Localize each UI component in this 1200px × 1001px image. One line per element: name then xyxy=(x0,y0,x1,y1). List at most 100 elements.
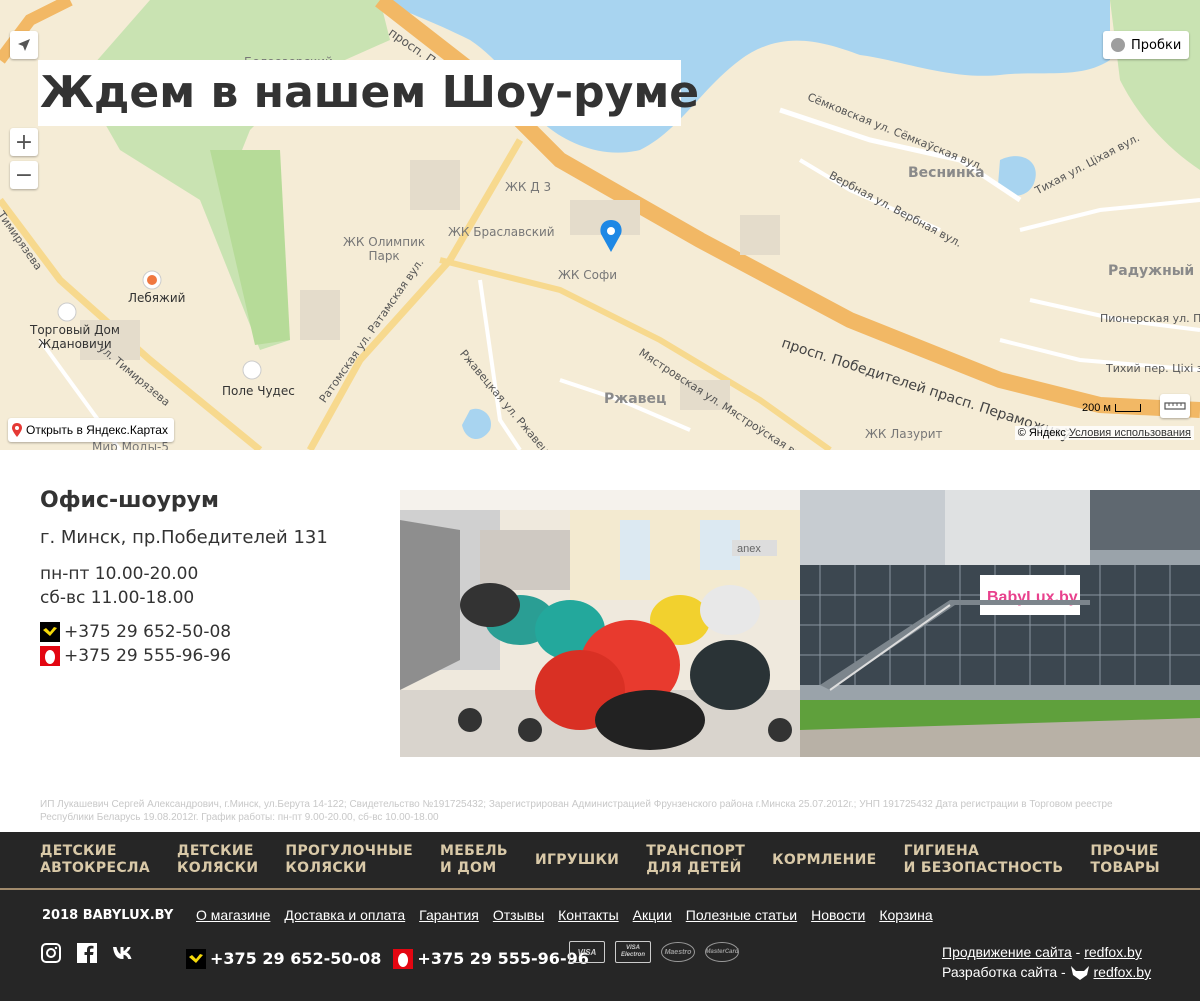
velcom-icon xyxy=(40,622,60,642)
showroom-photo-exterior: BabyLux.by xyxy=(800,490,1200,757)
mts-icon xyxy=(393,949,414,969)
map-label: Веснинка xyxy=(908,165,985,181)
hours-weekend: сб-вс 11.00-18.00 xyxy=(40,588,195,608)
cat-line2: и дом xyxy=(440,860,497,876)
map-label: Тихий пер. Ціхі за xyxy=(1106,362,1200,375)
cat-line1: Прогулочные xyxy=(285,843,413,859)
cat-other[interactable]: Прочие товары xyxy=(1090,843,1160,877)
cat-line1: Транспорт xyxy=(646,843,746,859)
geolocation-button[interactable] xyxy=(10,31,38,59)
dev-label: Разработка сайта - xyxy=(942,964,1066,980)
legal-info: ИП Лукашевич Сергей Александрович, г.Мин… xyxy=(40,799,1113,823)
traffic-button[interactable]: Пробки xyxy=(1103,31,1189,59)
facebook-icon[interactable] xyxy=(76,942,98,964)
phone-velcom-number: +375 29 652-50-08 xyxy=(64,622,232,642)
phone-mts[interactable]: +375 29 555-96-96 xyxy=(40,644,380,668)
instagram-icon[interactable] xyxy=(40,942,62,964)
cat-line1: Гигиена xyxy=(903,843,980,859)
cat-walking-strollers[interactable]: Прогулочные коляски xyxy=(285,843,413,877)
cat-line1: Кормление xyxy=(772,851,877,868)
phone-mts-number: +375 29 555-96-96 xyxy=(64,646,232,666)
cat-line1: Детские xyxy=(177,843,254,859)
map-scale: 200 м xyxy=(1082,398,1141,418)
footer-phone-velcom[interactable]: +375 29 652-50-08 xyxy=(186,947,381,971)
fox-icon xyxy=(1070,966,1089,981)
promo-redfox-link[interactable]: redfox.by xyxy=(1084,944,1142,960)
visa-icon: VISA xyxy=(569,941,605,963)
office-title: Офис-шоурум xyxy=(40,488,220,513)
map-label: Лебяжий xyxy=(128,291,186,305)
cat-line1: Мебель xyxy=(440,843,508,859)
footer-links: О магазине Доставка и оплата Гарантия От… xyxy=(196,907,933,923)
cat-transport[interactable]: Транспорт для детей xyxy=(646,843,745,877)
map-label: Поле Чудес xyxy=(222,384,295,398)
cat-furniture[interactable]: Мебель и дом xyxy=(440,843,508,877)
map-label: ЖК Браславский xyxy=(448,225,555,239)
footer-link-promotions[interactable]: Акции xyxy=(633,907,672,923)
cat-line2: коляски xyxy=(177,860,259,876)
cat-line1: Игрушки xyxy=(534,851,620,868)
map-label: Пионерская ул. Пія xyxy=(1100,312,1200,325)
maestro-icon: Maestro xyxy=(661,942,695,962)
footer-link-about[interactable]: О магазине xyxy=(196,907,270,923)
cat-line2: коляски xyxy=(285,860,367,876)
vk-icon[interactable] xyxy=(112,942,134,964)
footer-link-delivery[interactable]: Доставка и оплата xyxy=(284,907,405,923)
cat-toys[interactable]: Игрушки xyxy=(535,852,619,869)
plus-icon: + xyxy=(14,129,34,155)
page-title: Ждем в нашем Шоу-руме xyxy=(38,60,699,126)
open-yandex-label: Открыть в Яндекс.Картах xyxy=(26,423,168,437)
mastercard-icon: MasterCard xyxy=(705,942,739,962)
cat-line2: автокресла xyxy=(40,860,150,876)
footer-phones: +375 29 652-50-08 +375 29 555-96-96 xyxy=(186,947,589,971)
footer-link-contacts[interactable]: Контакты xyxy=(558,907,618,923)
map-pin-icon xyxy=(12,423,22,437)
footer-link-news[interactable]: Новости xyxy=(811,907,865,923)
hours-weekday: пн-пт 10.00-20.00 xyxy=(40,564,199,584)
scale-bar xyxy=(1114,404,1141,412)
map-label: ЖК Софи xyxy=(558,268,618,282)
footer-link-reviews[interactable]: Отзывы xyxy=(493,907,544,923)
office-hours: пн-пт 10.00-20.00 сб-вс 11.00-18.00 xyxy=(40,562,380,610)
footer-link-articles[interactable]: Полезные статьи xyxy=(686,907,797,923)
yandex-map[interactable]: Белоозерский Сёмковская ул. Сёмкаўская в… xyxy=(0,0,1200,450)
terms-link[interactable]: Условия использования xyxy=(1069,427,1191,439)
cat-feeding[interactable]: Кормление xyxy=(772,852,876,869)
cat-line2: товары xyxy=(1090,860,1160,876)
cat-hygiene[interactable]: Гигиена и безопастность xyxy=(904,843,1064,877)
cat-strollers[interactable]: Детские коляски xyxy=(177,843,258,877)
dev-redfox-link[interactable]: redfox.by xyxy=(1094,964,1152,980)
footer-link-warranty[interactable]: Гарантия xyxy=(419,907,479,923)
traffic-label: Пробки xyxy=(1131,37,1182,53)
cat-line1: Прочие xyxy=(1090,843,1159,859)
map-label: ЖК Д 3 xyxy=(505,180,552,194)
social-links xyxy=(40,942,134,964)
footer: 2018 BABYLUX.BY О магазине Доставка и оп… xyxy=(0,890,1200,1001)
office-address: г. Минск, пр.Победителей 131 xyxy=(40,527,328,548)
minus-icon: − xyxy=(14,162,34,188)
anex-sign: anex xyxy=(737,543,761,555)
footer-link-cart[interactable]: Корзина xyxy=(879,907,932,923)
zoom-in-button[interactable]: + xyxy=(10,128,38,156)
zoom-out-button[interactable]: − xyxy=(10,161,38,189)
cat-line2: и безопастность xyxy=(903,860,1064,876)
ruler-icon xyxy=(1164,402,1186,410)
scale-label: 200 м xyxy=(1082,402,1111,414)
mts-icon xyxy=(40,646,60,666)
category-nav: Детские автокресла Детские коляски Прогуло… xyxy=(0,832,1200,890)
map-label: Радужный xyxy=(1108,263,1195,279)
footer-phone-velcom-number: +375 29 652-50-08 xyxy=(210,949,382,968)
showroom-photo-interior: anex xyxy=(400,490,800,757)
velcom-icon xyxy=(186,949,206,969)
map-copyright: © Яндекс Условия использования xyxy=(1014,426,1194,440)
traffic-light-icon xyxy=(1111,38,1125,52)
office-info: Офис-шоурум г. Минск, пр.Победителей 131… xyxy=(40,488,380,668)
footer-phone-mts-number: +375 29 555-96-96 xyxy=(417,949,589,968)
promo-link[interactable]: Продвижение сайта xyxy=(942,944,1072,960)
phone-velcom[interactable]: +375 29 652-50-08 xyxy=(40,620,380,644)
ruler-button[interactable] xyxy=(1160,394,1190,418)
cat-car-seats[interactable]: Детские автокресла xyxy=(40,843,150,877)
copyright-text: © Яндекс xyxy=(1017,427,1066,439)
open-yandex-maps-link[interactable]: Открыть в Яндекс.Картах xyxy=(8,418,174,442)
footer-phone-mts[interactable]: +375 29 555-96-96 xyxy=(393,947,589,971)
